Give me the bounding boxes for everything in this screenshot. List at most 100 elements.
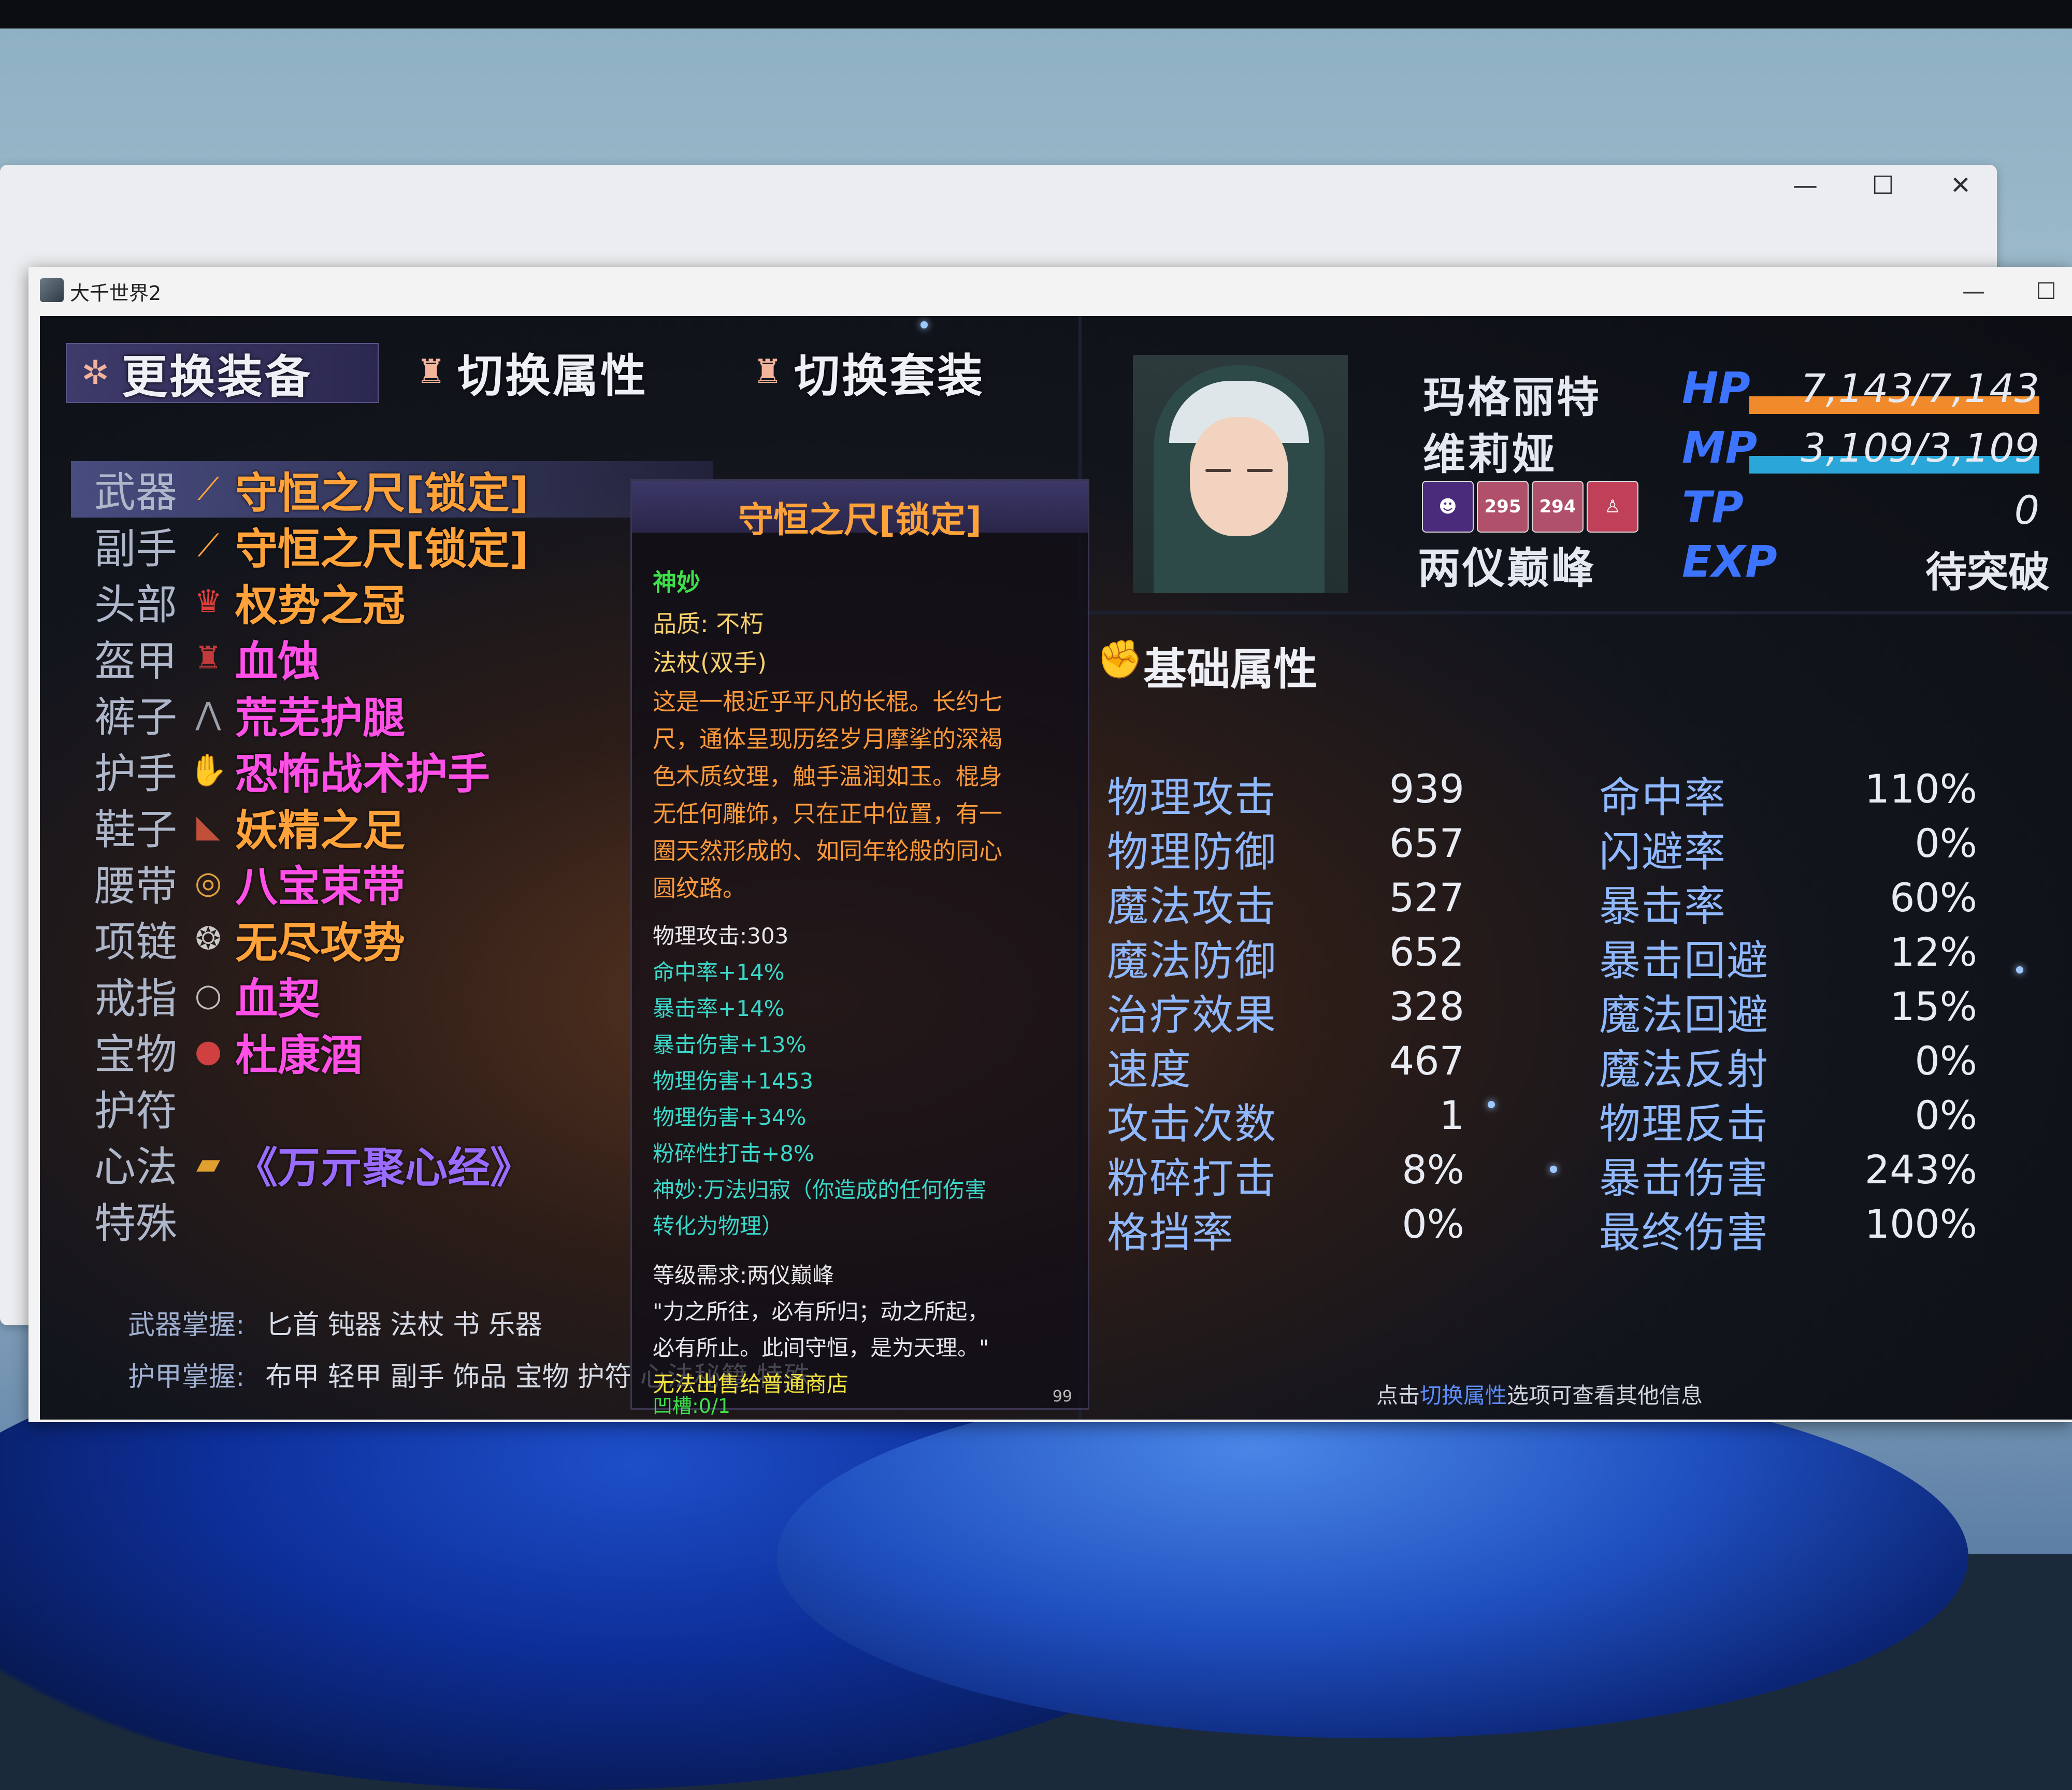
equip-slot-pants[interactable]: 裤子 ⋀ 荒芜护腿 [71, 686, 713, 743]
tooltip-description: 圈天然形成的、如同年轮般的同心 [653, 837, 1003, 865]
character-name: 玛格丽特 [1423, 373, 1602, 422]
stat-name: 魔法反射 [1599, 1046, 1769, 1094]
stat-value: 60% [1890, 875, 1977, 921]
armor-icon: ♜ [194, 639, 222, 676]
cultivation-realm: 两仪巅峰 [1418, 544, 1596, 593]
equip-slot-amulet[interactable]: 护符 [71, 1080, 713, 1136]
slot-label: 副手 [94, 524, 177, 573]
bg-minimize-button[interactable]: — [1777, 170, 1834, 201]
equip-slot-belt[interactable]: 腰带 ◎ 八宝束带 [71, 855, 713, 912]
game-screen: ✲ 更换装备 ♜ 切换属性 ♜ 切换套装 武器 ⟋ 守恒之尺[锁定] 副手 ⟋ … [40, 316, 2072, 1420]
mastery-label: 武器掌握: [128, 1310, 245, 1341]
tooltip-quality: 品质: 不朽 [653, 610, 764, 638]
item-name: 血蚀 [235, 637, 321, 687]
tp-label: TP [1682, 482, 1744, 533]
stat-name: 物理反击 [1599, 1100, 1769, 1148]
legguard-icon: ⋀ [195, 696, 221, 733]
tooltip-bonus: 转化为物理） [653, 1213, 784, 1239]
tooltip-quote: 必有所止。此间守恒，是为天理。" [653, 1335, 989, 1361]
armor-icon: ♜ [753, 353, 783, 391]
equip-slot-technique[interactable]: 心法 ▰ 《万亓聚心经》 [71, 1136, 713, 1193]
tooltip-quote: "力之所往，必有所归；动之所起， [653, 1299, 989, 1324]
tooltip-page-number: 99 [1052, 1387, 1072, 1406]
stat-value: 467 [1389, 1038, 1464, 1084]
item-tooltip: 守恒之尺[锁定] 神妙 品质: 不朽 法杖(双手) 这是一根近乎平凡的长棍。长约… [630, 479, 1089, 1417]
character-name: 维莉娅 [1423, 430, 1557, 479]
stat-value: 0% [1402, 1201, 1464, 1247]
equip-slot-shoes[interactable]: 鞋子 ◣ 妖精之足 [71, 798, 713, 855]
maximize-button[interactable]: ☐ [2023, 276, 2069, 307]
stat-value: 652 [1389, 929, 1464, 975]
stat-name: 命中率 [1599, 774, 1726, 822]
item-name: 妖精之足 [235, 806, 406, 855]
hint-link[interactable]: 切换属性 [1420, 1383, 1507, 1408]
tab-label: 更换装备 [122, 350, 313, 404]
slot-label: 特殊 [94, 1199, 177, 1248]
muscle-arm-icon: ✊ [1097, 637, 1143, 681]
equipment-list: 武器 ⟋ 守恒之尺[锁定] 副手 ⟋ 守恒之尺[锁定] 头部 ♛ 权势之冠 盔甲… [71, 461, 713, 1248]
exp-value: 待突破 [1925, 548, 2050, 596]
stat-name: 闪避率 [1599, 828, 1726, 876]
sparkle [2016, 966, 2023, 973]
tooltip-bonus: 命中率+14% [653, 960, 785, 985]
stat-value: 0% [1915, 1038, 1977, 1084]
stat-name: 治疗效果 [1107, 991, 1277, 1039]
stat-value: 243% [1864, 1147, 1977, 1193]
slot-label: 项链 [94, 918, 177, 967]
tooltip-bonus: 暴击伤害+13% [653, 1032, 807, 1057]
portrait-eye [1247, 469, 1273, 472]
tab-switch-attributes[interactable]: ♜ 切换属性 [402, 343, 661, 403]
tooltip-description: 无任何雕饰，只在正中位置，有一 [653, 800, 1003, 827]
person-icon: ♙ [1587, 481, 1638, 533]
bg-close-button[interactable]: ✕ [1932, 170, 1989, 201]
stat-value: 1 [1439, 1092, 1464, 1138]
tooltip-bonus: 粉碎性打击+8% [653, 1141, 814, 1166]
stat-name: 魔法防御 [1107, 937, 1277, 985]
panel-divider [1081, 611, 2072, 614]
mastery-label: 护甲掌握: [128, 1362, 245, 1393]
stat-value: 110% [1864, 766, 1977, 812]
tab-switch-set[interactable]: ♜ 切换套装 [739, 343, 1029, 403]
sparkle [920, 321, 928, 328]
stat-name: 魔法回避 [1599, 991, 1769, 1039]
wine-jar-icon: ● [194, 1033, 222, 1070]
item-name: 杜康酒 [235, 1030, 363, 1080]
tooltip-bonus: 物理伤害+34% [653, 1105, 807, 1130]
stat-value: 939 [1389, 766, 1464, 812]
hint-text: 点击切换属性选项可查看其他信息 [1376, 1378, 1703, 1410]
minimize-button[interactable]: — [1950, 276, 1997, 307]
bg-maximize-button[interactable]: ☐ [1854, 170, 1911, 201]
tab-change-equipment[interactable]: ✲ 更换装备 [66, 343, 379, 404]
equip-slot-gloves[interactable]: 护手 ✋ 恐怖战术护手 [71, 742, 713, 799]
stat-name: 格挡率 [1107, 1209, 1234, 1257]
slot-label: 护手 [94, 749, 177, 798]
equip-slot-ring[interactable]: 戒指 ○ 血契 [71, 967, 713, 1024]
status-icons: ☻ 295 294 ♙ [1422, 481, 1638, 533]
stat-value: 527 [1389, 875, 1464, 921]
tooltip-slots: 凹槽:0/1 [653, 1395, 730, 1417]
equip-slot-special[interactable]: 特殊 [71, 1192, 713, 1249]
gauntlet-icon: ✋ [189, 752, 228, 789]
stat-name: 最终伤害 [1599, 1209, 1769, 1257]
wallpaper-swirl [777, 1376, 1968, 1738]
equip-slot-offhand[interactable]: 副手 ⟋ 守恒之尺[锁定] [71, 518, 713, 575]
staff-icon: ⟋ [197, 471, 219, 508]
weapon-mastery: 武器掌握: 匕首 钝器 法杖 书 乐器 [128, 1303, 542, 1342]
item-name: 恐怖战术护手 [235, 750, 491, 799]
equip-slot-treasure[interactable]: 宝物 ● 杜康酒 [71, 1023, 713, 1080]
slot-label: 头部 [94, 581, 177, 629]
staff-icon: ⟋ [197, 527, 219, 564]
slot-label: 裤子 [94, 693, 177, 742]
portrait-face [1190, 417, 1288, 536]
demon-face-icon: ☻ [1422, 481, 1474, 533]
tooltip-bonus: 神妙:万法归寂（你造成的任何伤害 [653, 1177, 987, 1202]
stat-name: 物理防御 [1107, 828, 1277, 876]
equip-slot-necklace[interactable]: 项链 ❂ 无尽攻势 [71, 911, 713, 968]
equip-slot-weapon[interactable]: 武器 ⟋ 守恒之尺[锁定] [71, 461, 713, 518]
necklace-icon: ❂ [195, 921, 222, 957]
tooltip-rarity: 神妙 [653, 568, 700, 596]
slot-label: 护符 [94, 1086, 177, 1135]
tooltip-description: 尺，通体呈现历经岁月摩挲的深褐 [653, 725, 1003, 753]
equip-slot-armor[interactable]: 盔甲 ♜ 血蚀 [71, 630, 713, 687]
equip-slot-head[interactable]: 头部 ♛ 权势之冠 [71, 574, 713, 631]
